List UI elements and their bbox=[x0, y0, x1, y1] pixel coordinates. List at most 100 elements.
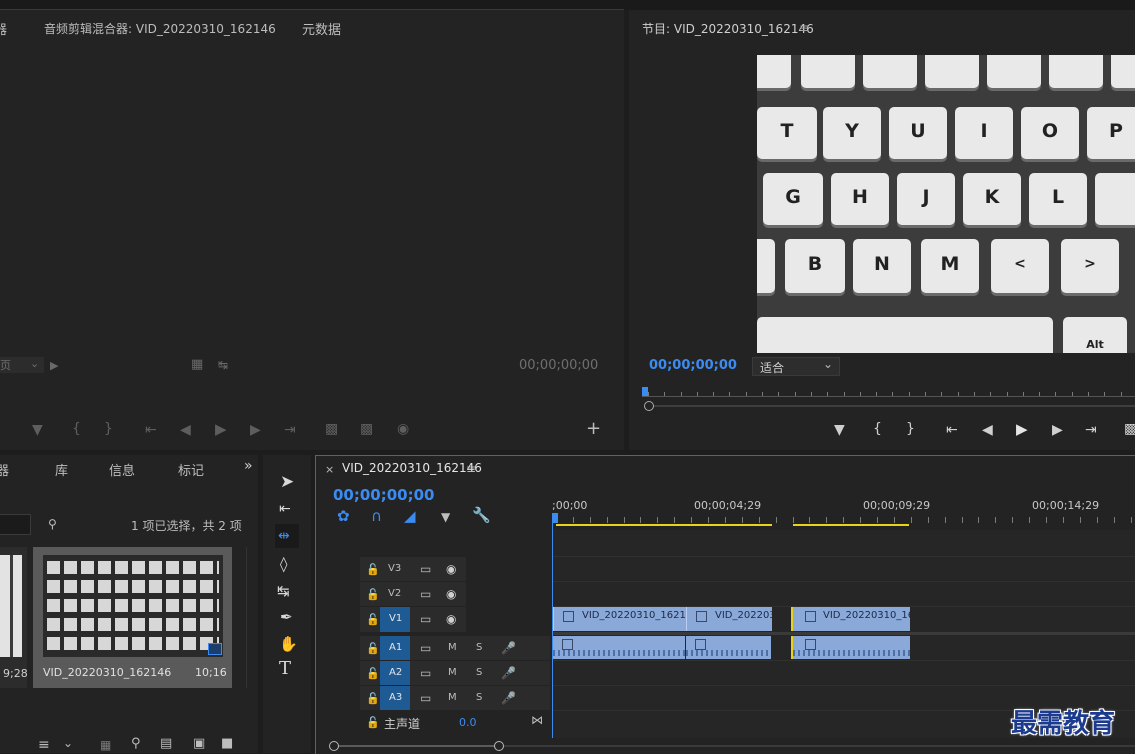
step-back-icon-src[interactable]: ◀ bbox=[180, 423, 191, 437]
nest-icon[interactable]: ✿ bbox=[337, 509, 350, 524]
go-to-out-icon[interactable]: ⇥ bbox=[1085, 423, 1097, 437]
mark-in-icon[interactable]: { bbox=[873, 422, 882, 436]
playhead-marker[interactable] bbox=[552, 513, 558, 523]
sync-lock-icon[interactable]: ▭ bbox=[420, 562, 431, 576]
mute-button-a2[interactable]: M bbox=[448, 667, 457, 678]
sync-lock-icon[interactable]: ▭ bbox=[420, 612, 431, 626]
track-label-a1[interactable]: A1 bbox=[389, 642, 402, 653]
tab-audio-mixer[interactable]: 音频剪辑混合器: VID_20220310_162146 bbox=[44, 20, 276, 37]
source-timecode[interactable]: 00;00;00;00 bbox=[519, 358, 598, 373]
hand-tool-icon[interactable]: ✋ bbox=[279, 637, 298, 652]
razor-tool-icon[interactable]: ◊ bbox=[280, 557, 287, 572]
mark-out-icon-src[interactable]: } bbox=[104, 422, 113, 436]
play-icon[interactable]: ▶ bbox=[1016, 422, 1028, 437]
slip-tool-icon[interactable]: ↹ bbox=[277, 584, 290, 599]
tab-project-cut[interactable]: 器 bbox=[0, 460, 9, 479]
timeline-zoom-handle-left[interactable] bbox=[329, 741, 339, 751]
track-label-v2[interactable]: V2 bbox=[388, 588, 401, 599]
search-bin-icon[interactable]: ⚲ bbox=[48, 517, 57, 531]
new-item-icon[interactable]: ▣ bbox=[193, 737, 205, 751]
lock-icon[interactable]: 🔓 bbox=[366, 667, 380, 681]
source-dropdown[interactable]: 页 ⌄ bbox=[0, 357, 44, 373]
insert-icon[interactable]: ↹ bbox=[218, 358, 228, 372]
mute-button-a3[interactable]: M bbox=[448, 692, 457, 703]
ripple-edit-tool-icon[interactable]: ⇹ bbox=[278, 529, 290, 543]
selection-tool-icon[interactable]: ➤ bbox=[280, 474, 294, 491]
type-tool-icon[interactable]: T bbox=[279, 660, 291, 678]
microphone-icon[interactable]: 🎤 bbox=[501, 691, 516, 705]
track-label-v1[interactable]: V1 bbox=[389, 613, 402, 624]
play-icon-src[interactable]: ▶ bbox=[215, 422, 227, 437]
microphone-icon[interactable]: 🎤 bbox=[501, 641, 516, 655]
wrench-icon[interactable]: 🔧 bbox=[472, 508, 491, 523]
tab-metadata[interactable]: 元数据 bbox=[302, 19, 341, 38]
track-label-a3[interactable]: A3 bbox=[389, 692, 402, 703]
track-label-a2[interactable]: A2 bbox=[389, 667, 402, 678]
pen-tool-icon[interactable]: ✒ bbox=[280, 610, 293, 625]
timeline-zoom-bar[interactable] bbox=[334, 745, 499, 747]
lift-icon[interactable]: ▩ bbox=[1124, 422, 1135, 436]
fit-dropdown[interactable]: 适合 ⌄ bbox=[752, 357, 840, 376]
step-forward-icon-src[interactable]: ▶ bbox=[250, 423, 261, 437]
go-to-end-icon[interactable]: ⋈ bbox=[531, 713, 543, 727]
sync-lock-icon[interactable]: ▭ bbox=[420, 691, 431, 705]
master-volume-value[interactable]: 0.0 bbox=[459, 716, 477, 729]
timeline-timecode[interactable]: 00;00;00;00 bbox=[333, 486, 435, 504]
tab-markers[interactable]: 标记 bbox=[178, 460, 204, 479]
tab-info[interactable]: 信息 bbox=[109, 460, 135, 479]
solo-button-a2[interactable]: S bbox=[476, 667, 482, 678]
program-scrub-ruler[interactable] bbox=[642, 396, 1135, 397]
step-forward-icon[interactable]: ▶ bbox=[1052, 423, 1063, 437]
add-marker-icon[interactable]: ▼ bbox=[441, 510, 450, 524]
lock-icon[interactable]: 🔓 bbox=[366, 716, 380, 730]
eye-icon[interactable]: ◉ bbox=[446, 562, 456, 576]
project-item-2[interactable]: VID_20220310_162146 10;16 bbox=[33, 547, 232, 688]
program-title[interactable]: 节目: VID_20220310_162146 bbox=[642, 20, 814, 37]
track-label-v3[interactable]: V3 bbox=[388, 563, 401, 574]
microphone-icon[interactable]: 🎤 bbox=[501, 666, 516, 680]
audio-clip[interactable] bbox=[791, 636, 910, 659]
add-button-icon-src[interactable]: + bbox=[586, 420, 601, 438]
sync-lock-icon[interactable]: ▭ bbox=[420, 641, 431, 655]
list-view-icon[interactable]: ≡ bbox=[38, 738, 50, 752]
snap-magnet-icon[interactable]: ∩ bbox=[371, 509, 382, 524]
lock-icon[interactable]: 🔓 bbox=[366, 563, 380, 577]
eye-icon[interactable]: ◉ bbox=[446, 612, 456, 626]
find-icon[interactable]: ⚲ bbox=[131, 737, 141, 751]
step-back-icon[interactable]: ◀ bbox=[982, 423, 993, 437]
mark-out-icon[interactable]: } bbox=[906, 422, 915, 436]
insert-clip-icon-src[interactable]: ▩ bbox=[325, 422, 338, 436]
sync-lock-icon[interactable]: ▭ bbox=[420, 587, 431, 601]
sync-lock-icon[interactable]: ▭ bbox=[420, 666, 431, 680]
go-to-in-icon-src[interactable]: ⇤ bbox=[145, 423, 157, 437]
marker-icon[interactable]: ▼ bbox=[834, 423, 845, 437]
lock-icon[interactable]: 🔓 bbox=[366, 642, 380, 656]
eye-icon[interactable]: ◉ bbox=[446, 587, 456, 601]
tab-library[interactable]: 库 bbox=[55, 460, 68, 479]
sequence-menu-icon[interactable]: ≡ bbox=[466, 462, 476, 476]
lock-icon[interactable]: 🔓 bbox=[366, 692, 380, 706]
tab-cut-source[interactable]: 器 bbox=[0, 19, 7, 38]
automate-icon[interactable]: ▦ bbox=[100, 738, 111, 752]
trash-icon[interactable]: ■ bbox=[221, 737, 233, 751]
export-frame-icon[interactable]: ▦ bbox=[191, 358, 203, 372]
solo-button-a3[interactable]: S bbox=[476, 692, 482, 703]
track-select-tool-icon[interactable]: ⇤ bbox=[279, 502, 291, 516]
audio-clip[interactable] bbox=[553, 636, 685, 659]
marker-icon-src[interactable]: ▼ bbox=[32, 423, 43, 437]
go-to-out-icon-src[interactable]: ⇥ bbox=[284, 423, 296, 437]
project-item-1[interactable]: 9;28 bbox=[0, 547, 27, 688]
more-tabs-icon[interactable]: » bbox=[244, 459, 253, 473]
play-small-icon[interactable]: ▶ bbox=[50, 359, 58, 373]
overwrite-clip-icon-src[interactable]: ▩ bbox=[360, 422, 373, 436]
sequence-tab[interactable]: VID_20220310_162146 bbox=[342, 461, 482, 475]
audio-clip[interactable] bbox=[686, 636, 771, 659]
chevron-down-icon[interactable]: ⌄ bbox=[63, 736, 73, 750]
mute-button-a1[interactable]: M bbox=[448, 642, 457, 653]
timeline-zoom-handle-right[interactable] bbox=[494, 741, 504, 751]
mark-in-icon-src[interactable]: { bbox=[72, 422, 81, 436]
lock-icon[interactable]: 🔓 bbox=[366, 588, 380, 602]
program-zoom-bar[interactable] bbox=[648, 405, 1135, 407]
program-timecode[interactable]: 00;00;00;00 bbox=[649, 358, 737, 373]
hamburger-menu-icon[interactable]: ≡ bbox=[799, 21, 809, 35]
